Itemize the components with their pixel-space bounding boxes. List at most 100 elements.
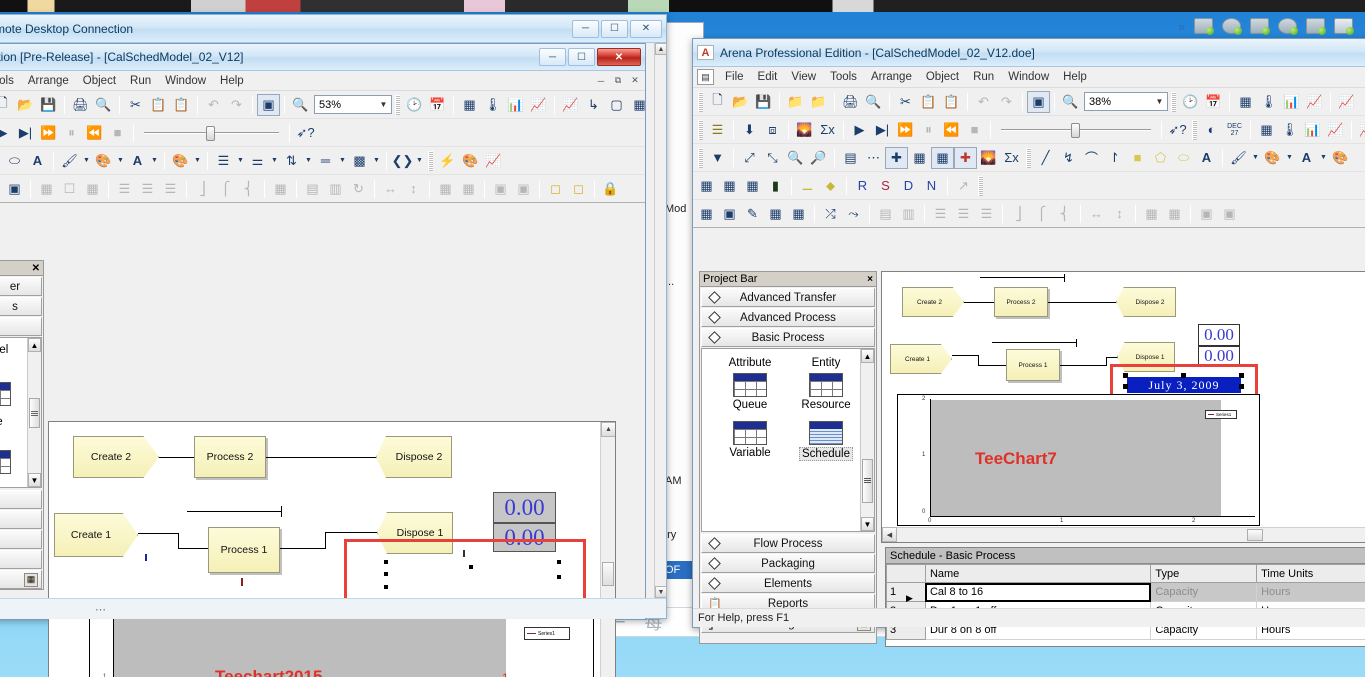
text-icon[interactable]: A [1195, 147, 1218, 169]
row-1-name[interactable]: Cal 8 to 16 [924, 582, 1152, 602]
left-draw-toolbar[interactable]: ╱ ⬭ A 🖌 ▼ 🎨 ▼ A ▼ 🎨 ▼ ☰ ▼ ⚌ ▼ ⇅ ▼ ═ ▼ ▩ … [0, 147, 645, 175]
flip-v-icon[interactable]: ▥ [897, 203, 920, 225]
fill-color-dropdown-icon[interactable]: ▼ [1284, 147, 1295, 169]
arena-menu-bar[interactable]: ▤ File Edit View Tools Arrange Object Ru… [693, 67, 1365, 88]
lock-icon[interactable]: 🔒 [599, 178, 622, 200]
open-template-icon[interactable]: 📁 [784, 91, 807, 113]
thermometer-icon[interactable]: 🌡 [481, 94, 504, 116]
left-arena-window-buttons[interactable]: ─ ☐ ✕ [539, 48, 641, 66]
fast-forward-icon[interactable]: ⏩ [37, 122, 60, 144]
left-pb-band-6[interactable] [0, 530, 42, 549]
volume-icon[interactable] [1278, 18, 1299, 35]
undo-icon[interactable]: ↶ [202, 94, 225, 116]
go-icon[interactable]: ▶ [848, 119, 871, 141]
crosshair-icon[interactable]: ✚ [885, 146, 908, 169]
context-help-icon[interactable]: ➶? [1166, 119, 1189, 141]
align-middle-icon[interactable]: ⎧ [214, 178, 237, 200]
animate2-icon[interactable]: 🌄 [977, 147, 1000, 169]
line-style-dropdown-icon[interactable]: ▼ [269, 150, 280, 172]
arena-toolbar-grip-7[interactable] [978, 175, 983, 196]
arrow-style-icon[interactable]: ⇅ [280, 150, 303, 172]
go-icon[interactable]: ▶ [0, 122, 14, 144]
left-menu-bar[interactable]: Tools Arrange Object Run Window Help ─ ⧉… [0, 71, 645, 91]
start-over-icon[interactable]: ⏪ [83, 122, 106, 144]
flip-vertical-icon[interactable]: ▥ [324, 178, 347, 200]
left-pb-scroll-thumb[interactable] [29, 398, 40, 428]
polyline-icon[interactable]: ↯ [1057, 147, 1080, 169]
group-icon[interactable]: ▦ [1140, 203, 1163, 225]
level-icon[interactable]: ↳ [582, 94, 605, 116]
left-pb-scroll-down-icon[interactable]: ▼ [28, 473, 41, 487]
line-icon[interactable]: ╱ [1034, 147, 1057, 169]
module-process-2[interactable]: Process 2 [194, 436, 266, 478]
pause-icon[interactable]: ⏸ [60, 122, 83, 144]
menu-arrange[interactable]: Arrange [864, 69, 919, 85]
window-color-dropdown-icon[interactable]: ▼ [192, 150, 203, 172]
col-header-time-units[interactable]: Time Units [1256, 564, 1365, 583]
send-back-icon[interactable]: ▦ [434, 178, 457, 200]
sigma-x2-icon[interactable]: Σx [1000, 147, 1023, 169]
module-process-1[interactable]: Process 1 [208, 527, 280, 573]
text-color-dropdown-icon[interactable]: ▼ [149, 150, 160, 172]
panel-scroll-up-icon[interactable]: ▲ [861, 349, 874, 363]
print-icon[interactable]: 🖨 [69, 94, 92, 116]
left-mdi-close-button[interactable]: ✕ [627, 73, 643, 88]
zoom-width-icon[interactable]: ⤡ [761, 147, 784, 169]
col-header-rownum[interactable] [886, 564, 926, 583]
text-color-dropdown-icon[interactable]: ▼ [1318, 147, 1329, 169]
fill-color-dropdown-icon[interactable]: ▼ [115, 150, 126, 172]
rdp-scroll-up-icon[interactable]: ▲ [655, 43, 667, 55]
align-top-icon[interactable]: ⎦ [1007, 203, 1030, 225]
report-icon[interactable]: ▦ [1255, 119, 1278, 141]
named-view-icon[interactable]: ▦ [787, 203, 810, 225]
align-center-icon[interactable]: ☰ [952, 203, 975, 225]
row-1-time-units[interactable]: Hours [1256, 582, 1365, 602]
r-module-dispose-2[interactable]: Dispose 2 [1116, 287, 1176, 317]
histogram-icon[interactable]: 📈 [1335, 91, 1358, 113]
row-1-type[interactable]: Capacity [1150, 582, 1258, 602]
properties-icon[interactable]: ▣ [718, 203, 741, 225]
left-menu-help[interactable]: Help [213, 73, 251, 89]
rectangle-icon[interactable]: ■ [1126, 147, 1149, 169]
panel-packaging[interactable]: Packaging [701, 554, 875, 573]
left-arena-window[interactable]: dition [Pre-Release] - [CalSchedModel_02… [0, 43, 646, 677]
conveyor-icon[interactable]: ⚊ [796, 175, 819, 197]
project-bar-close-icon[interactable]: × [867, 274, 873, 285]
left-pb-scroll-up-icon[interactable]: ▲ [28, 338, 41, 352]
resize-handle[interactable] [1239, 373, 1244, 378]
snap-point-icon[interactable]: ☐ [58, 178, 81, 200]
panel-advanced-transfer[interactable]: Advanced Transfer [701, 288, 875, 307]
line-color-dropdown-icon[interactable]: ▼ [1250, 147, 1261, 169]
arena-document-icon[interactable]: ▤ [697, 69, 714, 85]
pointer-icon[interactable]: ▼ [706, 147, 729, 169]
resource-r-icon[interactable]: R [851, 175, 874, 197]
left-pb-body[interactable]: bel te ▲ ▼ [0, 337, 42, 488]
print-preview-icon[interactable]: 🔍 [862, 91, 885, 113]
align-icon[interactable]: ⤳ [842, 203, 865, 225]
arena-toolbar-grip-2[interactable] [1171, 91, 1176, 112]
storage-icon[interactable]: ▦ [695, 175, 718, 197]
plot-icon[interactable]: 📈 [1303, 91, 1326, 113]
station-s-icon[interactable]: S [874, 175, 897, 197]
arena-canvas-scroll-left-icon[interactable]: ◀ [882, 527, 897, 542]
align-middle-icon[interactable]: ⎧ [1030, 203, 1053, 225]
left-model-canvas[interactable]: Create 2 Process 2 Dispose 2 Create 1 Pr… [48, 421, 616, 677]
module-variable[interactable]: Variable [712, 421, 788, 461]
transporter-icon[interactable]: ▮ [764, 175, 787, 197]
toolbar-grip-2[interactable] [395, 94, 400, 115]
line-color-icon[interactable]: 🖌 [1227, 147, 1250, 169]
arena-standard-toolbar[interactable]: 🗋 📂 💾 📁 📁 🖨 🔍 ✂ 📋 📋 ↶ ↷ ▣ 🔍 38% ▼ 🕑 📅 ▦ … [693, 88, 1365, 116]
arena-toolbar-grip-5[interactable] [698, 147, 703, 168]
align-left-icon[interactable]: ☰ [113, 178, 136, 200]
zoom-fit-icon[interactable]: ⤢ [738, 147, 761, 169]
fill-color-icon[interactable]: 🎨 [1261, 147, 1284, 169]
zoom-out-icon[interactable]: 🔎 [807, 147, 830, 169]
left-pb-band-5[interactable] [0, 510, 42, 529]
left-project-bar-close-icon[interactable]: ✕ [32, 263, 40, 274]
path-icon[interactable]: ↗ [952, 175, 975, 197]
view-icon[interactable]: ▦ [695, 203, 718, 225]
ellipse-icon[interactable]: ⬭ [1172, 147, 1195, 169]
rdp-restore-button[interactable]: ☐ [601, 19, 628, 38]
left-arrange-toolbar[interactable]: ▦ ▣ ▦ ☐ ▦ ☰ ☰ ☰ ⎦ ⎧ ⎨ ▦ ▤ ▥ ↻ ↔ ↕ ▦ ▦ [0, 175, 645, 203]
grid-icon[interactable]: ▦ [931, 146, 954, 169]
